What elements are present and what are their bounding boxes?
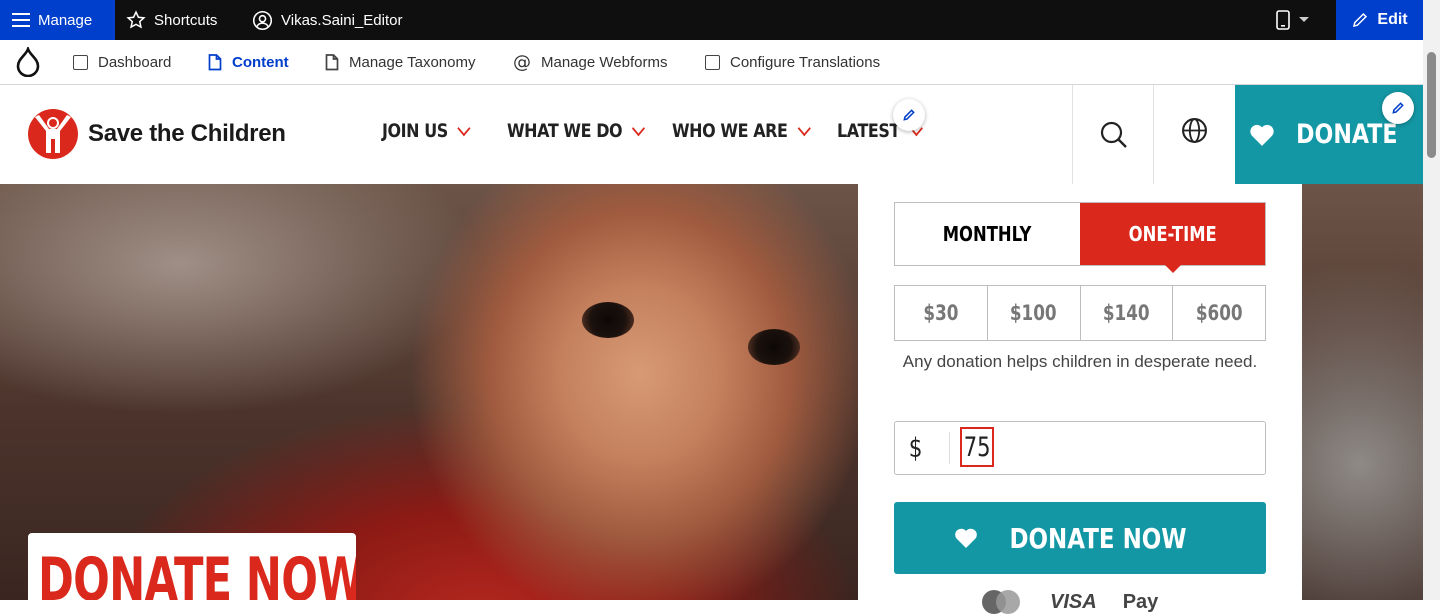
chevron-down-icon xyxy=(797,120,811,136)
donate-now-label: DONATE NOW xyxy=(1009,521,1187,555)
user-label: Vikas.Saini_Editor xyxy=(281,11,403,29)
tray-item-dashboard[interactable]: Dashboard xyxy=(73,40,171,84)
document-icon xyxy=(325,53,339,70)
input-divider xyxy=(949,432,950,464)
heart-icon xyxy=(1250,124,1274,146)
pencil-icon xyxy=(903,109,915,121)
page-scrollbar[interactable] xyxy=(1423,0,1440,600)
manage-button[interactable]: Manage xyxy=(0,0,115,40)
frequency-toggle: MONTHLY ONE-TIME xyxy=(894,202,1266,273)
frequency-label: MONTHLY xyxy=(943,222,1032,246)
nav-label: LATEST xyxy=(837,120,900,142)
save-the-children-logo-icon xyxy=(28,109,78,159)
donation-panel: MONTHLY ONE-TIME $30 $100 $140 $600 Any … xyxy=(858,184,1302,614)
shortcuts-button[interactable]: Shortcuts xyxy=(126,0,217,40)
amount-value[interactable]: 75 xyxy=(960,427,994,467)
frequency-monthly[interactable]: MONTHLY xyxy=(895,203,1080,265)
chevron-down-icon xyxy=(632,120,646,136)
drupal-logo[interactable] xyxy=(14,40,42,84)
frequency-one-time[interactable]: ONE-TIME xyxy=(1080,203,1265,273)
edit-label: Edit xyxy=(1377,11,1408,28)
edit-button[interactable]: Edit xyxy=(1336,0,1423,40)
manage-label: Manage xyxy=(38,11,93,29)
contextual-edit-button[interactable] xyxy=(893,99,925,131)
amount-option[interactable]: $30 xyxy=(895,286,987,340)
admin-tray: Dashboard Content Manage Taxonomy @ Mana… xyxy=(0,40,1423,85)
hero-photo-detail xyxy=(582,302,634,338)
shortcuts-label: Shortcuts xyxy=(154,11,218,29)
site-header: Save the Children JOIN US WHAT WE DO WHO… xyxy=(0,85,1423,184)
heart-icon xyxy=(955,528,977,548)
dashboard-icon xyxy=(73,54,88,70)
hero-photo-detail xyxy=(748,329,800,365)
tray-item-label: Manage Taxonomy xyxy=(349,53,476,71)
hero-cta-label: DONATE NOW xyxy=(38,545,356,600)
amount-option[interactable]: $100 xyxy=(986,286,1080,340)
scrollbar-thumb[interactable] xyxy=(1427,52,1436,158)
amount-label: $100 xyxy=(1010,301,1057,325)
nav-label: WHO WE ARE xyxy=(672,120,788,142)
amount-value-text: 75 xyxy=(963,431,991,463)
caret-down-icon xyxy=(1299,17,1309,22)
star-icon xyxy=(126,10,146,29)
globe-icon xyxy=(1182,118,1207,143)
nav-join-us[interactable]: JOIN US xyxy=(382,120,471,142)
translations-icon xyxy=(705,54,720,70)
amount-label: $140 xyxy=(1102,301,1150,325)
user-menu-button[interactable]: Vikas.Saini_Editor xyxy=(252,0,402,40)
donate-now-button[interactable]: DONATE NOW xyxy=(894,502,1266,574)
amount-options: $30 $100 $140 $600 xyxy=(894,285,1266,341)
chevron-down-icon xyxy=(457,120,471,136)
donation-helper-text: Any donation helps children in desperate… xyxy=(902,352,1258,371)
document-icon xyxy=(208,53,222,70)
amount-option[interactable]: $140 xyxy=(1079,286,1173,340)
tray-item-label: Content xyxy=(232,53,289,71)
mastercard-icon xyxy=(982,590,1020,614)
at-icon: @ xyxy=(513,51,531,73)
amount-label: $30 xyxy=(923,301,959,325)
tray-item-content[interactable]: Content xyxy=(208,40,289,84)
admin-toolbar: Manage Shortcuts Vikas.Saini_Editor Edit xyxy=(0,0,1423,40)
menu-icon xyxy=(12,13,30,27)
mobile-device-icon xyxy=(1276,10,1290,30)
tray-item-label: Dashboard xyxy=(98,53,172,71)
search-icon xyxy=(1100,121,1127,148)
amount-label: $600 xyxy=(1195,301,1243,325)
amount-option[interactable]: $600 xyxy=(1172,286,1265,340)
currency-symbol: $ xyxy=(908,432,923,464)
user-icon xyxy=(252,10,273,30)
header-donate-label: DONATE xyxy=(1296,119,1398,150)
site-logo[interactable]: Save the Children xyxy=(26,107,286,161)
pay-logo: Pay xyxy=(1122,590,1159,613)
language-button[interactable] xyxy=(1153,85,1235,184)
payment-methods: VISA Pay xyxy=(978,588,1158,616)
tray-item-label: Configure Translations xyxy=(730,53,881,71)
pencil-icon xyxy=(1392,102,1404,114)
hero-donate-now-banner[interactable]: DONATE NOW xyxy=(28,533,356,600)
custom-amount-field[interactable]: $ 75 xyxy=(894,421,1266,475)
tray-item-translations[interactable]: Configure Translations xyxy=(705,40,880,84)
nav-label: WHAT WE DO xyxy=(507,120,623,142)
nav-label: JOIN US xyxy=(382,120,448,142)
device-preview-button[interactable] xyxy=(1276,0,1324,40)
visa-logo: VISA xyxy=(1050,590,1097,613)
nav-what-we-do[interactable]: WHAT WE DO xyxy=(507,120,646,142)
search-button[interactable] xyxy=(1072,85,1154,184)
frequency-label: ONE-TIME xyxy=(1128,222,1217,246)
nav-who-we-are[interactable]: WHO WE ARE xyxy=(672,120,811,142)
logo-text: Save the Children xyxy=(88,120,286,147)
contextual-edit-button[interactable] xyxy=(1382,92,1414,124)
tray-item-label: Manage Webforms xyxy=(541,53,668,71)
drupal-drop-icon xyxy=(16,47,40,77)
tray-item-webforms[interactable]: @ Manage Webforms xyxy=(513,40,667,84)
pencil-icon xyxy=(1353,12,1368,27)
tray-item-taxonomy[interactable]: Manage Taxonomy xyxy=(325,40,475,84)
